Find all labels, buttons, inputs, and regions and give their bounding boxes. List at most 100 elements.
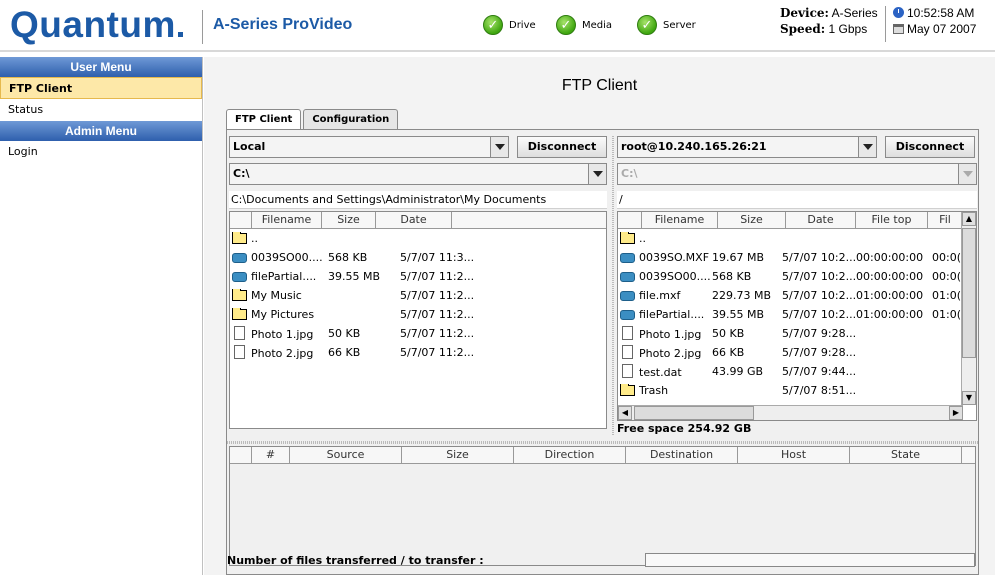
file-name: My Music xyxy=(251,289,302,302)
file-name: .. xyxy=(639,232,646,245)
scroll-up-icon[interactable]: ▲ xyxy=(962,212,976,226)
file-name: Photo 2.jpg xyxy=(639,347,702,360)
table-row[interactable]: My Music 5/7/07 11:2... xyxy=(230,286,606,305)
product-name: A-Series ProVideo xyxy=(213,16,353,33)
tab-ftp-client[interactable]: FTP Client xyxy=(226,109,302,130)
file-icon xyxy=(622,326,633,340)
chevron-down-icon[interactable] xyxy=(588,164,606,184)
check-circle-icon: ✓ xyxy=(637,15,657,35)
check-circle-icon: ✓ xyxy=(556,15,576,35)
sidebar-item-ftp-client[interactable]: FTP Client xyxy=(0,77,202,99)
table-row[interactable]: Trash 5/7/07 8:51... xyxy=(618,381,963,400)
local-disconnect-button[interactable]: Disconnect xyxy=(517,136,607,158)
remote-table-header: Filename Size Date File top Fil xyxy=(618,212,963,229)
column-header-state[interactable]: State xyxy=(850,447,962,464)
user-menu-header: User Menu xyxy=(0,57,202,77)
table-row[interactable]: filePartial.... 39.55 MB 5/7/07 11:2... xyxy=(230,267,606,286)
transfer-count-label: Number of files transferred / to transfe… xyxy=(227,554,484,567)
video-file-icon xyxy=(620,291,635,301)
table-row[interactable]: Photo 1.jpg 50 KB 5/7/07 9:28... xyxy=(618,324,963,343)
vertical-scrollbar[interactable]: ▲ ▼ xyxy=(961,212,976,405)
scroll-down-icon[interactable]: ▼ xyxy=(962,391,976,405)
header-divider xyxy=(885,6,886,42)
remote-path: / xyxy=(617,191,977,209)
table-row[interactable]: filePartial.... 39.55 MB 5/7/07 10:2... 01:… xyxy=(618,305,963,324)
sidebar: User Menu FTP Client Status Admin Menu L… xyxy=(0,57,203,575)
table-row[interactable]: file.mxf 229.73 MB 5/7/07 10:2... 01:00:00:… xyxy=(618,286,963,305)
scroll-right-icon[interactable]: ▶ xyxy=(949,406,963,420)
local-drive-select[interactable]: C:\ xyxy=(229,163,607,185)
folder-icon xyxy=(620,232,635,244)
main-content: FTP Client FTP Client Configuration Loca… xyxy=(204,57,995,575)
table-row[interactable]: 0039SO00.... 568 KB 5/7/07 10:2... 00:00:00… xyxy=(618,267,963,286)
column-header-filename[interactable]: Filename xyxy=(252,212,322,229)
column-header-destination[interactable]: Destination xyxy=(626,447,738,464)
server-status: ✓ Server xyxy=(637,15,696,35)
quantum-logo: Quantum xyxy=(10,4,183,46)
file-name: Photo 1.jpg xyxy=(251,328,314,341)
column-header-date[interactable]: Date xyxy=(786,212,856,229)
table-row[interactable]: test.dat 43.99 GB 5/7/07 9:44... xyxy=(618,362,963,381)
column-header-host[interactable]: Host xyxy=(738,447,850,464)
local-file-list: .. 0039SO00.... 568 KB 5/7/07 11:3... filePa… xyxy=(230,229,606,362)
remote-disconnect-button[interactable]: Disconnect xyxy=(885,136,975,158)
scroll-thumb[interactable] xyxy=(962,228,976,358)
chevron-down-icon[interactable] xyxy=(490,137,508,157)
local-source-select[interactable]: Local xyxy=(229,136,509,158)
file-name: .. xyxy=(251,232,258,245)
pane-splitter[interactable] xyxy=(612,136,614,436)
file-name: file.mxf xyxy=(639,289,681,302)
transfer-queue: # Source Size Direction Destination Host… xyxy=(229,446,976,566)
file-name: 0039SO.MXF xyxy=(639,251,710,264)
remote-pane: root@10.240.165.26:21 Disconnect C:\ / F… xyxy=(617,136,977,436)
remote-source-select[interactable]: root@10.240.165.26:21 xyxy=(617,136,877,158)
table-row[interactable]: My Pictures 5/7/07 11:2... xyxy=(230,305,606,324)
folder-icon xyxy=(232,308,247,320)
column-header-file-top[interactable]: File top xyxy=(856,212,928,229)
table-row[interactable]: .. xyxy=(230,229,606,248)
column-header-fil[interactable]: Fil xyxy=(928,212,963,229)
transfer-progress-bar xyxy=(645,553,975,567)
column-header-source[interactable]: Source xyxy=(290,447,402,464)
header-divider xyxy=(202,10,203,44)
table-row[interactable]: Photo 2.jpg 66 KB 5/7/07 11:2... xyxy=(230,343,606,362)
file-icon xyxy=(622,364,633,378)
sidebar-item-status[interactable]: Status xyxy=(0,99,202,121)
sidebar-item-login[interactable]: Login xyxy=(0,141,202,163)
table-row[interactable]: 0039SO00.... 568 KB 5/7/07 11:3... xyxy=(230,248,606,267)
local-file-table: Filename Size Date .. 0039SO00.... 568 KB 5… xyxy=(229,211,607,429)
transfer-splitter[interactable] xyxy=(227,441,978,444)
transfer-table-header: # Source Size Direction Destination Host… xyxy=(230,447,975,464)
file-icon xyxy=(622,345,633,359)
table-row[interactable]: Photo 2.jpg 66 KB 5/7/07 9:28... xyxy=(618,343,963,362)
table-row[interactable]: .. xyxy=(618,229,963,248)
column-header-date[interactable]: Date xyxy=(376,212,452,229)
file-name: filePartial.... xyxy=(639,308,705,321)
table-row[interactable]: Photo 1.jpg 50 KB 5/7/07 11:2... xyxy=(230,324,606,343)
ftp-panel: Local Disconnect C:\ C:\Documents and Se… xyxy=(226,129,979,575)
column-header-filename[interactable]: Filename xyxy=(642,212,718,229)
scroll-thumb[interactable] xyxy=(634,406,754,420)
remote-drive-select: C:\ xyxy=(617,163,977,185)
file-name: My Pictures xyxy=(251,308,315,321)
scroll-left-icon[interactable]: ◀ xyxy=(618,406,632,420)
column-header-size[interactable]: Size xyxy=(718,212,786,229)
table-row[interactable]: 0039SO.MXF 19.67 MB 5/7/07 10:2... 00:00:00… xyxy=(618,248,963,267)
local-table-header: Filename Size Date xyxy=(230,212,606,229)
media-status: ✓ Media xyxy=(556,15,612,35)
calendar-icon xyxy=(893,24,904,34)
device-info: Device: A-Series Speed: 1 Gbps xyxy=(780,6,878,36)
horizontal-scrollbar[interactable]: ◀ ▶ xyxy=(618,405,963,420)
column-header-number[interactable]: # xyxy=(252,447,290,464)
column-header-size[interactable]: Size xyxy=(402,447,514,464)
folder-icon xyxy=(232,289,247,301)
local-path: C:\Documents and Settings\Administrator\… xyxy=(229,191,607,209)
column-header-direction[interactable]: Direction xyxy=(514,447,626,464)
file-icon xyxy=(234,326,245,340)
file-icon xyxy=(234,345,245,359)
tab-configuration[interactable]: Configuration xyxy=(303,109,399,129)
column-header-size[interactable]: Size xyxy=(322,212,376,229)
file-name: 0039SO00.... xyxy=(639,270,710,283)
folder-icon xyxy=(620,384,635,396)
chevron-down-icon[interactable] xyxy=(858,137,876,157)
